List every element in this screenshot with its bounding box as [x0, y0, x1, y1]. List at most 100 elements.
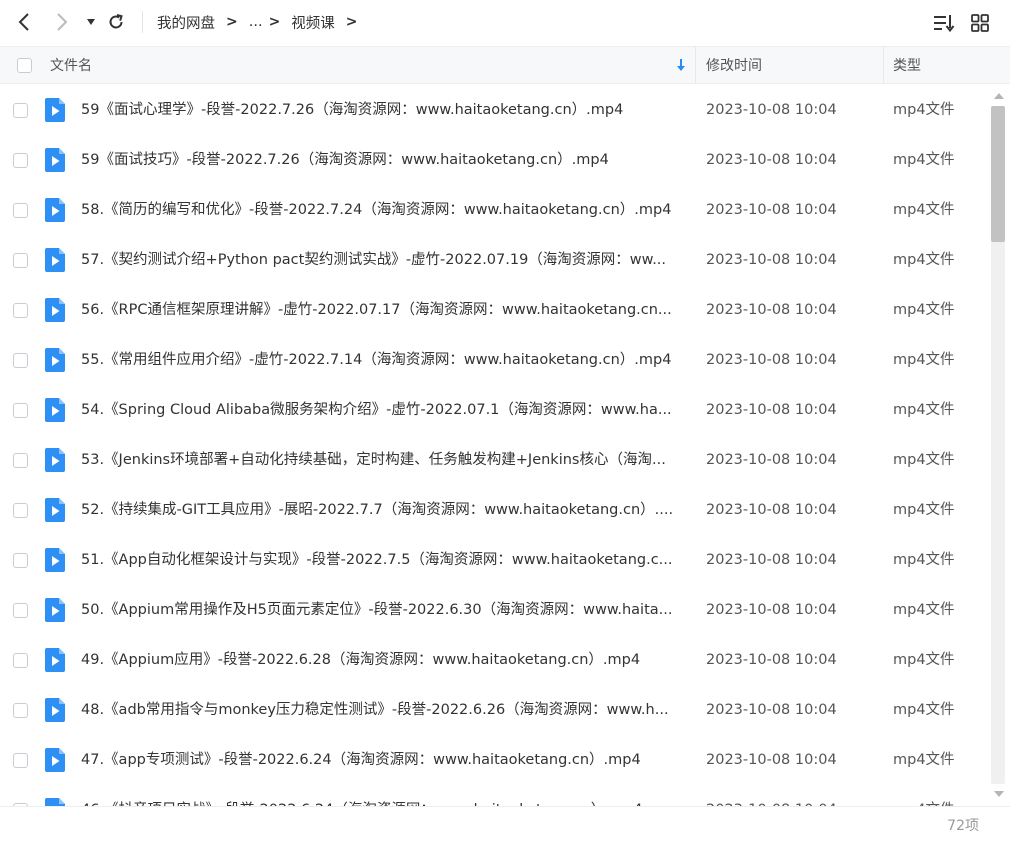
sort-button[interactable] — [931, 10, 957, 36]
video-file-icon — [45, 798, 65, 806]
history-dropdown-button[interactable] — [84, 8, 98, 36]
file-modified-time: 2023-10-08 10:04 — [706, 702, 837, 718]
scrollbar[interactable] — [988, 84, 1010, 806]
file-name[interactable]: 55.《常用组件应用介绍》-虚竹-2022.7.14（海淘资源网：www.hai… — [81, 335, 685, 385]
back-button[interactable] — [12, 8, 36, 36]
file-name[interactable]: 50.《Appium常用操作及H5页面元素定位》-段誉-2022.6.30（海淘… — [81, 585, 685, 635]
video-file-icon — [45, 548, 65, 572]
file-name[interactable]: 47.《app专项测试》-段誉-2022.6.24（海淘资源网：www.hait… — [81, 735, 685, 785]
file-name[interactable]: 51.《App自动化框架设计与实现》-段誉-2022.7.5（海淘资源网：www… — [81, 535, 685, 585]
breadcrumb-root[interactable]: 我的网盘 — [157, 12, 215, 33]
file-type: mp4文件 — [893, 152, 955, 168]
file-row[interactable]: 58.《简历的编写和优化》-段誉-2022.7.24（海淘资源网：www.hai… — [0, 185, 988, 235]
file-modified-time: 2023-10-08 10:04 — [706, 102, 837, 118]
file-name[interactable]: 52.《持续集成-GIT工具应用》-展昭-2022.7.7（海淘资源网：www.… — [81, 485, 685, 535]
video-file-icon — [45, 398, 65, 422]
header-time[interactable]: 修改时间 — [706, 47, 762, 83]
file-name[interactable]: 46.《抖音项目实战》-段誉-2022.6.24（海淘资源网：www.haita… — [81, 785, 685, 806]
item-count: 72项 — [947, 818, 979, 834]
file-row[interactable]: 55.《常用组件应用介绍》-虚竹-2022.7.14（海淘资源网：www.hai… — [0, 335, 988, 385]
refresh-icon — [109, 14, 123, 29]
file-name[interactable]: 57.《契约测试介绍+Python pact契约测试实战》-虚竹-2022.07… — [81, 235, 685, 285]
file-name[interactable]: 53.《Jenkins环境部署+自动化持续基础，定时构建、任务触发构建+Jenk… — [81, 435, 685, 485]
file-row[interactable]: 50.《Appium常用操作及H5页面元素定位》-段誉-2022.6.30（海淘… — [0, 585, 988, 635]
file-row[interactable]: 47.《app专项测试》-段誉-2022.6.24（海淘资源网：www.hait… — [0, 735, 988, 785]
video-file-icon — [45, 498, 65, 522]
file-type: mp4文件 — [893, 452, 955, 468]
file-name[interactable]: 58.《简历的编写和优化》-段誉-2022.7.24（海淘资源网：www.hai… — [81, 185, 685, 235]
file-checkbox[interactable] — [13, 603, 28, 618]
sort-list-icon — [934, 15, 955, 32]
file-row[interactable]: 59《面试心理学》-段誉-2022.7.26（海淘资源网：www.haitaok… — [0, 85, 988, 135]
breadcrumb-separator-icon: > — [268, 14, 281, 30]
file-type: mp4文件 — [893, 352, 955, 368]
breadcrumb-separator-icon: > — [226, 14, 238, 30]
file-row[interactable]: 48.《adb常用指令与monkey压力稳定性测试》-段誉-2022.6.26（… — [0, 685, 988, 735]
scroll-thumb[interactable] — [991, 106, 1005, 242]
file-checkbox[interactable] — [13, 203, 28, 218]
file-checkbox[interactable] — [13, 453, 28, 468]
file-row[interactable]: 52.《持续集成-GIT工具应用》-展昭-2022.7.7（海淘资源网：www.… — [0, 485, 988, 535]
file-list: 59《面试心理学》-段誉-2022.7.26（海淘资源网：www.haitaok… — [0, 84, 988, 806]
video-file-icon — [45, 748, 65, 772]
file-row[interactable]: 59《面试技巧》-段誉-2022.7.26（海淘资源网：www.haitaoke… — [0, 135, 988, 185]
file-type: mp4文件 — [893, 202, 955, 218]
select-all-checkbox-wrap — [17, 47, 32, 83]
breadcrumb: 我的网盘 > ... > 视频课 > — [157, 0, 369, 44]
video-file-icon — [45, 348, 65, 372]
file-row[interactable]: 56.《RPC通信框架原理讲解》-虚竹-2022.07.17（海淘资源网：www… — [0, 285, 988, 335]
file-checkbox[interactable] — [13, 303, 28, 318]
file-type: mp4文件 — [893, 602, 955, 618]
breadcrumb-current[interactable]: 视频课 — [291, 12, 335, 33]
file-checkbox[interactable] — [13, 353, 28, 368]
file-row[interactable]: 53.《Jenkins环境部署+自动化持续基础，定时构建、任务触发构建+Jenk… — [0, 435, 988, 485]
file-modified-time: 2023-10-08 10:04 — [706, 202, 837, 218]
scroll-up-icon[interactable] — [992, 90, 1006, 102]
video-file-icon — [45, 98, 65, 122]
file-modified-time: 2023-10-08 10:04 — [706, 302, 837, 318]
file-modified-time: 2023-10-08 10:04 — [706, 652, 837, 668]
file-checkbox[interactable] — [13, 703, 28, 718]
file-checkbox[interactable] — [13, 553, 28, 568]
file-modified-time: 2023-10-08 10:04 — [706, 252, 837, 268]
file-checkbox[interactable] — [13, 753, 28, 768]
refresh-button[interactable] — [105, 8, 127, 36]
toolbar: 我的网盘 > ... > 视频课 > — [0, 0, 1010, 46]
header-divider — [695, 47, 696, 83]
chevron-right-icon — [57, 13, 68, 31]
forward-button[interactable] — [50, 8, 74, 36]
file-checkbox[interactable] — [13, 253, 28, 268]
file-row[interactable]: 49.《Appium应用》-段誉-2022.6.28（海淘资源网：www.hai… — [0, 635, 988, 685]
file-name[interactable]: 54.《Spring Cloud Alibaba微服务架构介绍》-虚竹-2022… — [81, 385, 685, 435]
file-checkbox[interactable] — [13, 503, 28, 518]
file-checkbox[interactable] — [13, 653, 28, 668]
file-row[interactable]: 51.《App自动化框架设计与实现》-段誉-2022.7.5（海淘资源网：www… — [0, 535, 988, 585]
file-name[interactable]: 56.《RPC通信框架原理讲解》-虚竹-2022.07.17（海淘资源网：www… — [81, 285, 685, 335]
file-type: mp4文件 — [893, 252, 955, 268]
header-type[interactable]: 类型 — [893, 47, 921, 83]
select-all-checkbox[interactable] — [17, 57, 32, 73]
file-row[interactable]: 54.《Spring Cloud Alibaba微服务架构介绍》-虚竹-2022… — [0, 385, 988, 435]
video-file-icon — [45, 598, 65, 622]
video-file-icon — [45, 198, 65, 222]
header-name[interactable]: 文件名 — [50, 47, 92, 83]
file-modified-time: 2023-10-08 10:04 — [706, 502, 837, 518]
file-type: mp4文件 — [893, 502, 955, 518]
file-name[interactable]: 48.《adb常用指令与monkey压力稳定性测试》-段誉-2022.6.26（… — [81, 685, 685, 735]
file-checkbox[interactable] — [13, 403, 28, 418]
file-row[interactable]: 57.《契约测试介绍+Python pact契约测试实战》-虚竹-2022.07… — [0, 235, 988, 285]
file-modified-time: 2023-10-08 10:04 — [706, 352, 837, 368]
file-row[interactable]: 46.《抖音项目实战》-段誉-2022.6.24（海淘资源网：www.haita… — [0, 785, 988, 806]
sort-arrow-icon[interactable] — [676, 47, 686, 83]
grid-view-button[interactable] — [967, 10, 993, 36]
breadcrumb-ellipsis[interactable]: ... — [249, 14, 263, 30]
file-checkbox[interactable] — [13, 103, 28, 118]
column-header: 文件名 修改时间 类型 — [0, 46, 1010, 84]
file-name[interactable]: 59《面试技巧》-段誉-2022.7.26（海淘资源网：www.haitaoke… — [81, 135, 685, 185]
toolbar-divider — [142, 11, 143, 33]
file-checkbox[interactable] — [13, 153, 28, 168]
scroll-down-icon[interactable] — [992, 788, 1006, 800]
file-name[interactable]: 59《面试心理学》-段誉-2022.7.26（海淘资源网：www.haitaok… — [81, 85, 685, 135]
file-name[interactable]: 49.《Appium应用》-段誉-2022.6.28（海淘资源网：www.hai… — [81, 635, 685, 685]
file-modified-time: 2023-10-08 10:04 — [706, 152, 837, 168]
